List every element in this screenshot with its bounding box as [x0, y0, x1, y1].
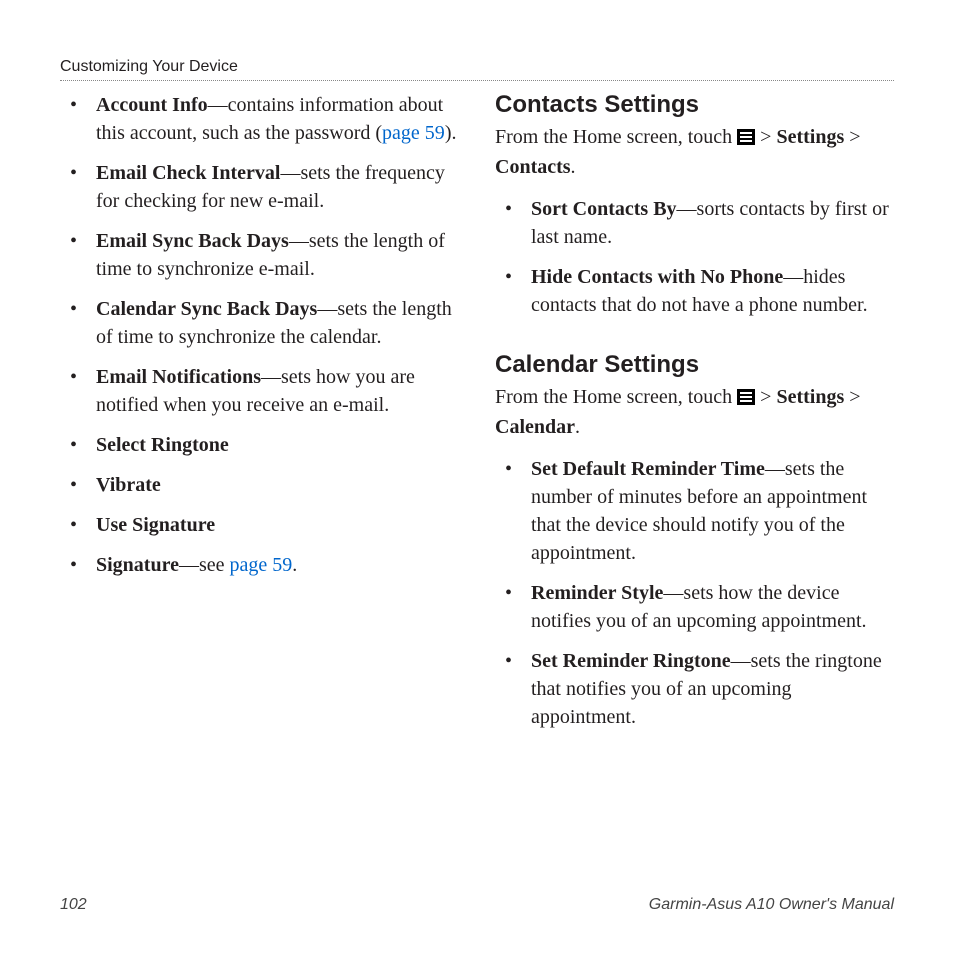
list-item: • Sort Contacts By—sorts contacts by fir…	[495, 195, 894, 251]
term: Select Ringtone	[96, 434, 229, 456]
tail: ).	[445, 122, 457, 144]
manual-page: Customizing Your Device • Account Info—c…	[0, 0, 954, 954]
nav-tail: .	[575, 416, 580, 438]
page-link[interactable]: page 59	[230, 554, 293, 576]
term: Use Signature	[96, 514, 215, 536]
running-head: Customizing Your Device	[60, 58, 894, 76]
term: Email Sync Back Days	[96, 230, 289, 252]
term: Set Reminder Ringtone	[531, 650, 731, 672]
contacts-intro: From the Home screen, touch > Settings >…	[495, 123, 894, 181]
nav-contacts: Contacts	[495, 156, 571, 178]
calendar-list: • Set Default Reminder Time—sets the num…	[495, 455, 894, 731]
menu-icon	[737, 385, 755, 413]
nav-sep: >	[844, 386, 860, 408]
desc: —see	[179, 554, 230, 576]
tail: .	[292, 554, 297, 576]
page-footer: 102 Garmin-Asus A10 Owner's Manual	[60, 896, 894, 914]
list-item: • Email Notifications—sets how you are n…	[60, 363, 459, 419]
calendar-heading: Calendar Settings	[495, 351, 894, 379]
term: Hide Contacts with No Phone	[531, 266, 783, 288]
term: Email Check Interval	[96, 162, 280, 184]
contacts-heading: Contacts Settings	[495, 91, 894, 119]
intro-suffix: >	[755, 386, 776, 408]
intro-suffix: >	[755, 126, 776, 148]
list-item: • Signature—see page 59.	[60, 551, 459, 579]
list-item: • Set Default Reminder Time—sets the num…	[495, 455, 894, 567]
term: Account Info	[96, 94, 208, 116]
page-link[interactable]: page 59	[382, 122, 445, 144]
term: Set Default Reminder Time	[531, 458, 765, 480]
content-columns: • Account Info—contains information abou…	[60, 91, 894, 743]
term: Email Notifications	[96, 366, 261, 388]
contacts-list: • Sort Contacts By—sorts contacts by fir…	[495, 195, 894, 319]
nav-tail: .	[571, 156, 576, 178]
intro-prefix: From the Home screen, touch	[495, 386, 737, 408]
list-item: • Email Sync Back Days—sets the length o…	[60, 227, 459, 283]
calendar-intro: From the Home screen, touch > Settings >…	[495, 383, 894, 441]
list-item: • Reminder Style—sets how the device not…	[495, 579, 894, 635]
nav-settings: Settings	[776, 386, 844, 408]
list-item: • Account Info—contains information abou…	[60, 91, 459, 147]
term: Sort Contacts By	[531, 198, 677, 220]
list-item: • Hide Contacts with No Phone—hides cont…	[495, 263, 894, 319]
left-column: • Account Info—contains information abou…	[60, 91, 459, 743]
intro-prefix: From the Home screen, touch	[495, 126, 737, 148]
nav-sep: >	[844, 126, 860, 148]
header-rule	[60, 80, 894, 81]
book-title: Garmin-Asus A10 Owner's Manual	[649, 896, 894, 914]
page-number: 102	[60, 896, 87, 914]
nav-settings: Settings	[776, 126, 844, 148]
right-column: Contacts Settings From the Home screen, …	[495, 91, 894, 743]
list-item: • Email Check Interval—sets the frequenc…	[60, 159, 459, 215]
term: Vibrate	[96, 474, 161, 496]
nav-calendar: Calendar	[495, 416, 575, 438]
list-item: • Calendar Sync Back Days—sets the lengt…	[60, 295, 459, 351]
list-item: • Vibrate	[60, 471, 459, 499]
term: Calendar Sync Back Days	[96, 298, 317, 320]
list-item: • Select Ringtone	[60, 431, 459, 459]
menu-icon	[737, 125, 755, 153]
list-item: • Use Signature	[60, 511, 459, 539]
term: Signature	[96, 554, 179, 576]
term: Reminder Style	[531, 582, 663, 604]
left-list: • Account Info—contains information abou…	[60, 91, 459, 579]
list-item: • Set Reminder Ringtone—sets the rington…	[495, 647, 894, 731]
